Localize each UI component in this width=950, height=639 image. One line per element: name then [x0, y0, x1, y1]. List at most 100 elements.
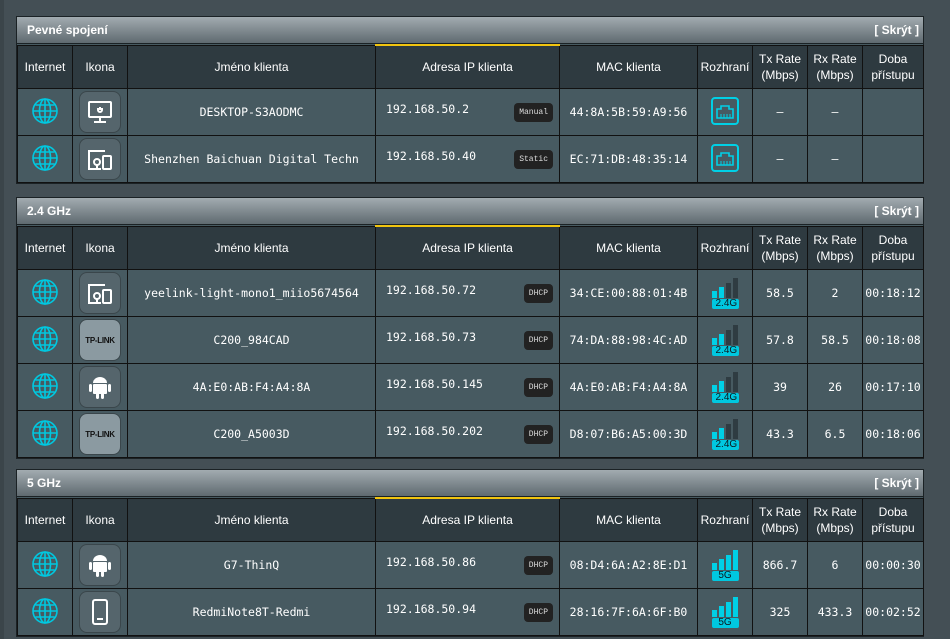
col-tx-rate[interactable]: Tx Rate (Mbps)	[752, 497, 808, 542]
rx-rate: –	[807, 88, 863, 136]
client-name[interactable]: 4A:E0:AB:F4:A4:8A	[127, 363, 376, 411]
hide-section-button[interactable]: [ Skrýt ]	[874, 23, 919, 37]
col-name[interactable]: Jméno klienta	[127, 225, 376, 270]
col-tx-rate[interactable]: Tx Rate (Mbps)	[752, 225, 808, 270]
client-ip: 192.168.50.73	[386, 330, 477, 344]
col-internet[interactable]: Internet	[17, 44, 73, 89]
table-row[interactable]: yeelink-light-mono1_miio5674564 192.168.…	[17, 269, 924, 317]
col-icon[interactable]: Ikona	[72, 225, 128, 270]
internet-cell	[17, 363, 73, 411]
rx-rate: 2	[807, 269, 863, 317]
col-mac[interactable]: MAC klienta	[559, 497, 698, 542]
signal-bar	[726, 554, 731, 570]
phone-icon[interactable]	[79, 591, 121, 633]
signal-bar	[726, 601, 731, 617]
client-name[interactable]: RedmiNote8T-Redmi	[127, 588, 376, 636]
table-row[interactable]: RedmiNote8T-Redmi 192.168.50.94 DHCP 28:1…	[17, 588, 924, 636]
col-ip[interactable]: Adresa IP klienta	[375, 497, 560, 542]
signal-bar	[733, 324, 738, 345]
table-row[interactable]: DESKTOP-S3AODMC 192.168.50.2 Manual 44:8A…	[17, 88, 924, 136]
globe-icon[interactable]	[31, 144, 59, 175]
table-row[interactable]: 4A:E0:AB:F4:A4:8A 192.168.50.145 DHCP 4A:…	[17, 363, 924, 411]
client-ip: 192.168.50.94	[386, 602, 477, 616]
access-time: 00:02:52	[862, 588, 924, 636]
col-ip[interactable]: Adresa IP klienta	[375, 225, 560, 270]
section-wifi-2: 5 GHz [ Skrýt ] Internet Ikona Jméno klie…	[16, 469, 924, 637]
col-rx-rate[interactable]: Rx Rate (Mbps)	[807, 225, 863, 270]
col-icon[interactable]: Ikona	[72, 497, 128, 542]
col-tx-rate[interactable]: Tx Rate (Mbps)	[752, 44, 808, 89]
client-name[interactable]: C200_984CAD	[127, 316, 376, 364]
tplink-icon[interactable]: TP-LINK	[79, 319, 121, 361]
signal-bar	[726, 329, 731, 345]
client-name[interactable]: C200_A5003D	[127, 410, 376, 458]
col-icon[interactable]: Ikona	[72, 44, 128, 89]
col-access-time[interactable]: Doba přístupu	[862, 44, 924, 89]
client-name[interactable]: G7-ThinQ	[127, 541, 376, 589]
col-mac[interactable]: MAC klienta	[559, 225, 698, 270]
col-internet[interactable]: Internet	[17, 497, 73, 542]
globe-icon[interactable]	[31, 278, 59, 309]
band-label: 2.4G	[711, 298, 739, 309]
client-mac: 08:D4:6A:A2:8E:D1	[559, 541, 698, 589]
icon-cell	[72, 88, 128, 136]
table-row[interactable]: Shenzhen Baichuan Digital Techn 192.168.…	[17, 135, 924, 183]
tx-rate: 866.7	[752, 541, 808, 589]
ip-type-badge: DHCP	[523, 555, 553, 575]
internet-cell	[17, 410, 73, 458]
table-row[interactable]: TP-LINK C200_984CAD 192.168.50.73 DHCP 74…	[17, 316, 924, 364]
tx-rate: 325	[752, 588, 808, 636]
globe-icon[interactable]	[31, 550, 59, 581]
table-row[interactable]: G7-ThinQ 192.168.50.86 DHCP 08:D4:6A:A2:8…	[17, 541, 924, 589]
table-row[interactable]: TP-LINK C200_A5003D 192.168.50.202 DHCP D…	[17, 410, 924, 458]
col-interface[interactable]: Rozhraní	[697, 44, 753, 89]
globe-icon[interactable]	[31, 597, 59, 628]
wifi-signal-icon: 2.4G	[711, 277, 739, 309]
interface-cell: 2.4G	[697, 269, 753, 317]
globe-icon[interactable]	[31, 372, 59, 403]
col-interface[interactable]: Rozhraní	[697, 225, 753, 270]
globe-icon[interactable]	[31, 97, 59, 128]
interface-cell: 5G	[697, 541, 753, 589]
android-icon[interactable]	[79, 366, 121, 408]
clients-table: Internet Ikona Jméno klienta Adresa IP k…	[17, 225, 924, 458]
col-name[interactable]: Jméno klienta	[127, 497, 376, 542]
access-time: 00:18:06	[862, 410, 924, 458]
signal-bar	[712, 609, 717, 617]
tplink-icon[interactable]: TP-LINK	[79, 413, 121, 455]
col-access-time[interactable]: Doba přístupu	[862, 225, 924, 270]
wifi-signal-icon: 5G	[711, 549, 739, 581]
col-name[interactable]: Jméno klienta	[127, 44, 376, 89]
android-icon[interactable]	[79, 544, 121, 586]
device-icon[interactable]	[79, 272, 121, 314]
client-name[interactable]: Shenzhen Baichuan Digital Techn	[127, 135, 376, 183]
rx-rate: 26	[807, 363, 863, 411]
col-mac[interactable]: MAC klienta	[559, 44, 698, 89]
client-mac: EC:71:DB:48:35:14	[559, 135, 698, 183]
client-name[interactable]: yeelink-light-mono1_miio5674564	[127, 269, 376, 317]
col-rx-rate[interactable]: Rx Rate (Mbps)	[807, 44, 863, 89]
globe-icon[interactable]	[31, 325, 59, 356]
client-ip: 192.168.50.2	[386, 102, 470, 116]
hide-section-button[interactable]: [ Skrýt ]	[874, 204, 919, 218]
tx-rate: 57.8	[752, 316, 808, 364]
client-name[interactable]: DESKTOP-S3AODMC	[127, 88, 376, 136]
monitor-icon[interactable]	[79, 91, 121, 133]
section-wifi-1: 2.4 GHz [ Skrýt ] Internet Ikona Jméno kl…	[16, 197, 924, 459]
signal-bar	[719, 380, 724, 392]
tx-rate: –	[752, 88, 808, 136]
icon-cell: TP-LINK	[72, 316, 128, 364]
rx-rate: 6	[807, 541, 863, 589]
globe-icon[interactable]	[31, 419, 59, 450]
col-ip[interactable]: Adresa IP klienta	[375, 44, 560, 89]
col-rx-rate[interactable]: Rx Rate (Mbps)	[807, 497, 863, 542]
device-icon[interactable]	[79, 138, 121, 180]
col-internet[interactable]: Internet	[17, 225, 73, 270]
hide-section-button[interactable]: [ Skrýt ]	[874, 476, 919, 490]
band-label: 2.4G	[711, 345, 739, 356]
client-mac: 34:CE:00:88:01:4B	[559, 269, 698, 317]
ip-type-badge: DHCP	[523, 602, 553, 622]
col-interface[interactable]: Rozhraní	[697, 497, 753, 542]
col-access-time[interactable]: Doba přístupu	[862, 497, 924, 542]
wifi-signal-icon: 2.4G	[711, 418, 739, 450]
